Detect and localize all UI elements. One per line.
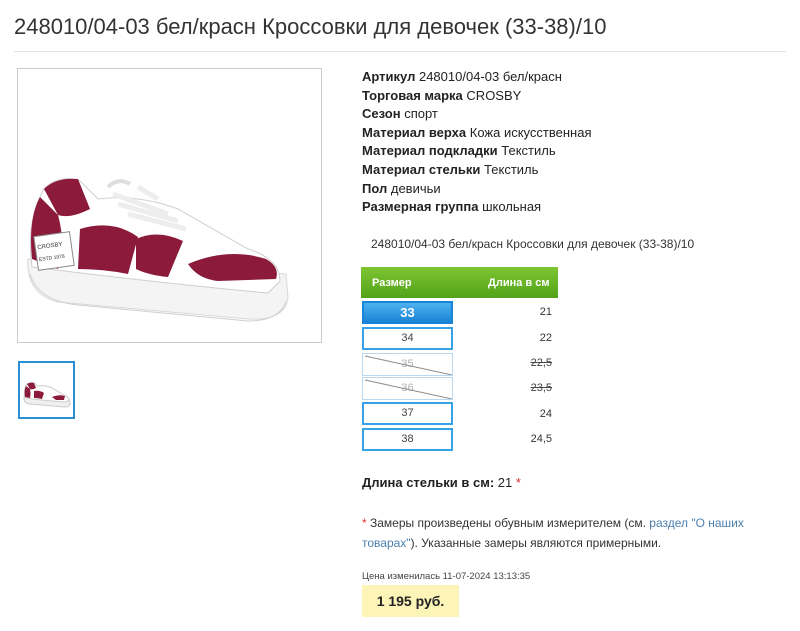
insole-length: Длина стельки в см: 21 * <box>362 475 521 490</box>
size-length: 22,5 <box>530 357 552 369</box>
size-option-38[interactable]: 38 <box>362 428 453 451</box>
spec-row-insole-material: Материал стельки Текстиль <box>362 161 591 180</box>
required-star: * <box>515 475 521 490</box>
spec-row-brand: Торговая марка CROSBY <box>362 87 591 106</box>
product-name: 248010/04-03 бел/красн Кроссовки для дев… <box>371 237 695 251</box>
spec-value: 248010/04-03 бел/красн <box>418 69 562 84</box>
spec-label: Материал подкладки <box>362 143 498 159</box>
spec-value: девичьи <box>390 180 441 196</box>
size-option-37[interactable]: 37 <box>362 402 453 425</box>
spec-row-gender: Пол девичьи <box>362 180 591 199</box>
spec-label: Размерная группа <box>362 199 479 215</box>
title-divider <box>14 51 786 52</box>
spec-value: школьная <box>482 199 542 215</box>
length-column-header: Длина в см <box>488 277 550 289</box>
size-option-33[interactable]: 33 <box>362 301 453 324</box>
spec-row-article: Артикул 248010/04-03 бел/красн <box>362 68 591 87</box>
strikethrough-icon <box>364 379 452 399</box>
spec-label: Торговая марка <box>362 87 463 103</box>
sneaker-photo-icon: CROSBY ESTD 1978 <box>27 178 289 322</box>
spec-row-size-group: Размерная группа школьная <box>362 198 591 217</box>
size-option-35-unavailable: 35 <box>362 353 453 376</box>
spec-row-upper-material: Материал верха Кожа искусственная <box>362 124 591 143</box>
measurement-note: * Замеры произведены обувным измерителем… <box>362 514 762 553</box>
main-product-image[interactable]: CROSBY ESTD 1978 <box>17 68 322 343</box>
size-length: 24 <box>539 408 552 420</box>
size-length: 24,5 <box>530 433 552 445</box>
product-specs: Артикул 248010/04-03 бел/красн Торговая … <box>362 68 591 217</box>
size-column-header: Размер <box>372 277 412 289</box>
page-title: 248010/04-03 бел/красн Кроссовки для дев… <box>14 14 607 39</box>
size-table-header: Размер Длина в см <box>361 267 558 298</box>
spec-value: спорт <box>404 106 438 122</box>
size-length: 22 <box>539 332 552 344</box>
insole-label: Длина стельки в см: <box>362 475 495 490</box>
spec-label: Пол <box>362 180 388 196</box>
spec-label: Материал верха <box>362 124 467 140</box>
price: 1 195 руб. <box>362 585 459 617</box>
size-option-34[interactable]: 34 <box>362 327 453 350</box>
price-changed-timestamp: Цена изменилась 11-07-2024 13:13:35 <box>362 571 531 582</box>
size-length: 23,5 <box>530 382 552 394</box>
size-length: 21 <box>539 306 552 318</box>
note-text-after: ). Указанные замеры являются примерными. <box>410 535 662 550</box>
note-text-before: Замеры произведены обувным измерителем (… <box>366 516 650 530</box>
insole-value: 21 <box>497 475 513 490</box>
spec-value: Текстиль <box>501 143 556 159</box>
spec-label: Материал стельки <box>362 161 481 177</box>
sneaker-thumbnail-icon <box>23 382 71 408</box>
spec-row-lining-material: Материал подкладки Текстиль <box>362 142 591 161</box>
spec-value: CROSBY <box>466 87 522 103</box>
spec-row-season: Сезон спорт <box>362 105 591 124</box>
spec-label: Артикул <box>362 69 416 84</box>
size-option-36-unavailable: 36 <box>362 377 453 400</box>
strikethrough-icon <box>364 355 452 375</box>
spec-value: Текстиль <box>484 161 539 177</box>
spec-value: Кожа искусственная <box>469 124 592 140</box>
spec-label: Сезон <box>362 106 401 122</box>
thumbnail-image[interactable] <box>18 361 75 419</box>
